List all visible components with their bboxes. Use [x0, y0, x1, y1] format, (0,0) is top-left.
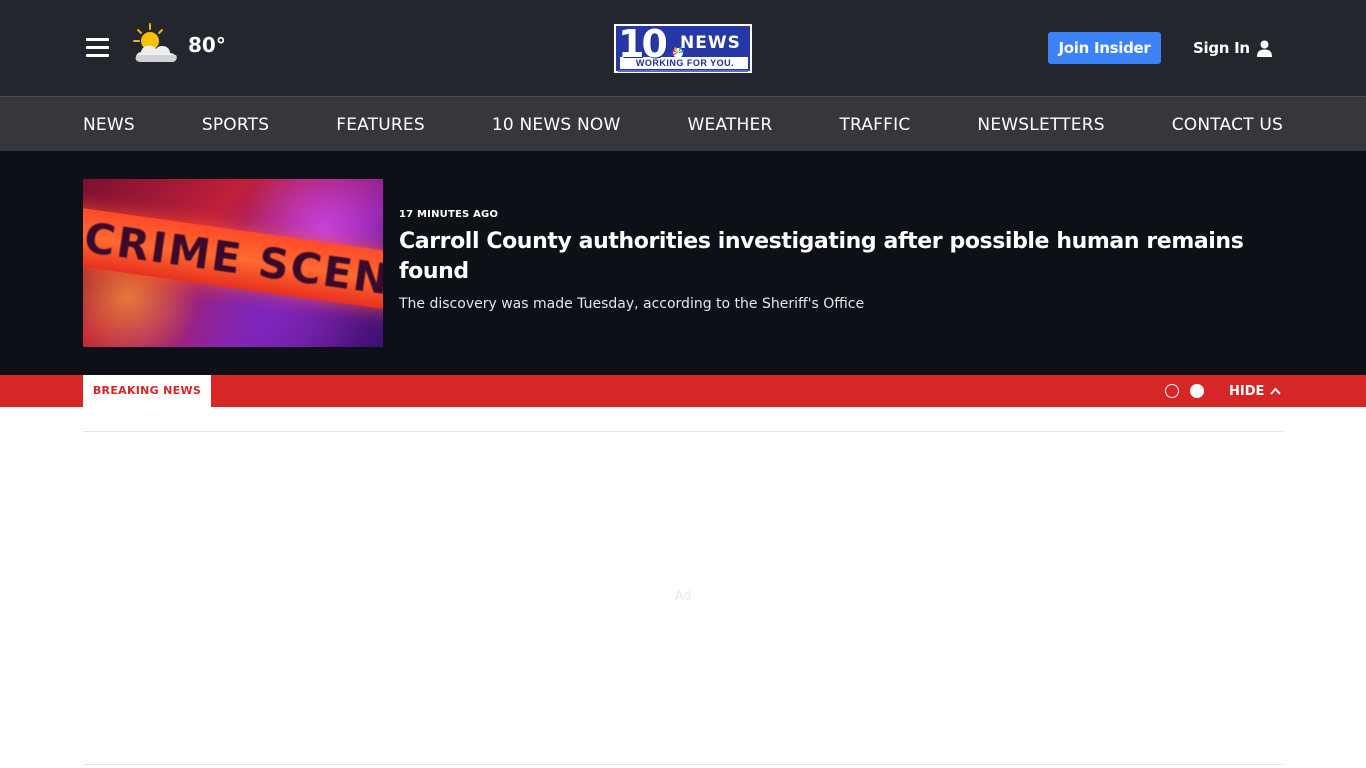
crime-scene-tape-image: CRIME SCENE DO NOT [83, 206, 383, 338]
nav-item-traffic[interactable]: TRAFFIC [839, 115, 910, 135]
chevron-up-icon [1270, 387, 1282, 395]
hide-button[interactable]: HIDE [1229, 375, 1282, 407]
nav-item-newsletters[interactable]: NEWSLETTERS [977, 115, 1104, 135]
logo-word: NEWS [680, 33, 741, 53]
nav-item-sports[interactable]: SPORTS [202, 115, 269, 135]
carousel-dot-1[interactable] [1165, 384, 1179, 398]
partly-cloudy-icon [133, 23, 177, 62]
nav-item-news[interactable]: NEWS [83, 115, 135, 135]
nav-item-10-news-now[interactable]: 10 NEWS NOW [492, 115, 621, 135]
sign-in-label: Sign In [1193, 39, 1250, 57]
main-nav: NEWS SPORTS FEATURES 10 NEWS NOW WEATHER… [0, 96, 1366, 151]
ad-label: Ad [674, 589, 692, 604]
logo-tagline: WORKING FOR YOU. [635, 58, 735, 68]
story-summary: The discovery was made Tuesday, accordin… [399, 296, 865, 312]
story-headline[interactable]: Carroll County authorities investigating… [399, 227, 1259, 287]
story-thumbnail[interactable]: CRIME SCENE DO NOT [83, 179, 383, 347]
story-timestamp: 17 MINUTES AGO [399, 209, 499, 220]
weather-temperature: 80° [188, 33, 226, 57]
tape-text: CRIME SCENE DO NOT [83, 212, 383, 338]
breaking-news-label: BREAKING NEWS [83, 375, 211, 407]
hide-label: HIDE [1229, 383, 1265, 399]
nav-item-features[interactable]: FEATURES [336, 115, 425, 135]
carousel-dot-2[interactable] [1190, 384, 1204, 398]
sign-in-button[interactable]: Sign In [1193, 36, 1272, 60]
ad-divider-top [83, 431, 1283, 432]
nav-item-contact-us[interactable]: CONTACT US [1172, 115, 1283, 135]
ad-divider-bottom [83, 764, 1283, 765]
site-logo[interactable]: 10 NEWS WORKING FOR YOU. [614, 24, 752, 73]
breaking-news-panel: CRIME SCENE DO NOT 17 MINUTES AGO Carrol… [0, 151, 1366, 375]
site-header: 80° 10 NEWS WORKING FOR YOU. Join Inside… [0, 0, 1366, 96]
nav-list: NEWS SPORTS FEATURES 10 NEWS NOW WEATHER… [83, 97, 1283, 152]
join-insider-button[interactable]: Join Insider [1048, 32, 1161, 64]
menu-icon[interactable] [86, 37, 109, 57]
user-icon [1256, 40, 1272, 57]
breaking-news-bar: BREAKING NEWS HIDE [0, 375, 1366, 407]
weather-widget[interactable]: 80° [132, 22, 226, 68]
nav-item-weather[interactable]: WEATHER [687, 115, 772, 135]
